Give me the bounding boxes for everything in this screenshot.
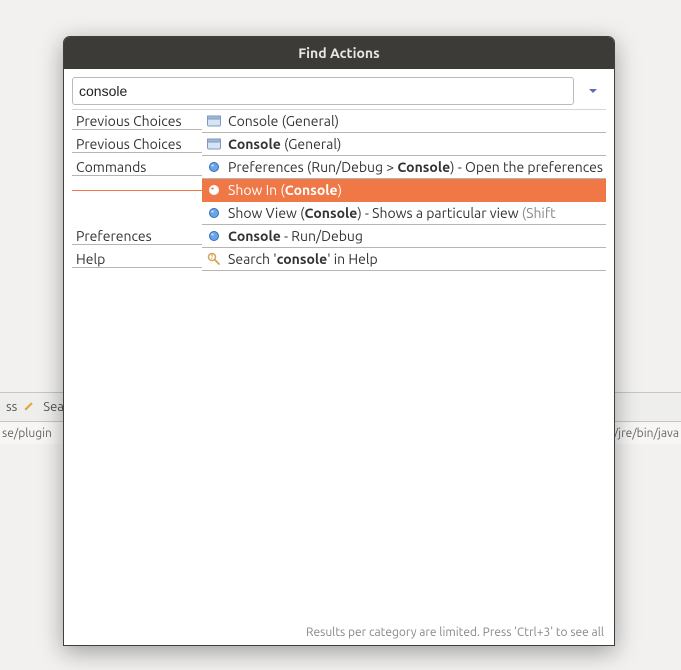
result-row[interactable]: Help? Search 'console' in Help <box>72 248 606 271</box>
result-text: Search 'console' in Help <box>228 251 378 267</box>
result-row[interactable]: Preferences Console - Run/Debug <box>72 225 606 248</box>
bg-tab-fragment-left: ss <box>6 400 17 414</box>
category-label: Previous Choices <box>72 136 202 153</box>
result-text: Console - Run/Debug <box>228 228 363 244</box>
category-label: Preferences <box>72 228 202 245</box>
result-content: Show In (Console) <box>202 179 606 202</box>
result-text: Show In (Console) <box>228 182 342 198</box>
result-content: Show View (Console) - Shows a particular… <box>202 202 606 225</box>
find-actions-dialog: Find Actions Previous Choices Console (Ge… <box>63 36 615 646</box>
dot-icon <box>206 228 222 244</box>
result-text: Preferences (Run/Debug > Console) - Open… <box>228 159 603 175</box>
bg-tab-fragment-right: Sea <box>43 400 64 414</box>
result-text: Console (General) <box>228 113 339 129</box>
results-list: Previous ChoicesConsole (General)Previou… <box>72 109 606 619</box>
chevron-down-icon <box>587 85 599 97</box>
category-label: Commands <box>72 159 202 176</box>
dot-icon <box>206 182 222 198</box>
result-row[interactable]: Show In (Console) <box>72 179 606 202</box>
dialog-footer: Results per category are limited. Press … <box>64 619 614 645</box>
result-text: Console (General) <box>228 136 341 152</box>
result-row[interactable]: Show View (Console) - Shows a particular… <box>72 202 606 225</box>
result-text: Show View (Console) - Shows a particular… <box>228 205 556 221</box>
footer-text: Results per category are limited. Press … <box>306 626 604 639</box>
help-icon: ? <box>206 251 222 267</box>
result-content: Console (General) <box>202 110 606 133</box>
dialog-titlebar: Find Actions <box>64 37 614 69</box>
result-content: Console (General) <box>202 133 606 156</box>
dropdown-button[interactable] <box>580 77 606 105</box>
bg-path-right: 5/jre/bin/java <box>607 427 679 440</box>
search-tab-icon <box>23 400 37 414</box>
result-content: Preferences (Run/Debug > Console) - Open… <box>202 156 606 179</box>
category-label <box>72 213 202 214</box>
result-content: Console - Run/Debug <box>202 225 606 248</box>
search-row <box>64 69 614 109</box>
dot-icon <box>206 205 222 221</box>
dialog-title: Find Actions <box>298 45 379 61</box>
svg-text:?: ? <box>211 254 214 261</box>
result-content: ? Search 'console' in Help <box>202 248 606 271</box>
category-label <box>72 190 202 191</box>
category-label: Help <box>72 251 202 268</box>
dot-icon <box>206 159 222 175</box>
category-label: Previous Choices <box>72 113 202 130</box>
console-icon <box>206 113 222 129</box>
console-icon <box>206 136 222 152</box>
result-row[interactable]: Previous Choices Console (General) <box>72 133 606 156</box>
result-row[interactable]: Commands Preferences (Run/Debug > Console… <box>72 156 606 179</box>
bg-path-left: se/plugin <box>2 427 52 440</box>
result-row[interactable]: Previous Choices Console (General) <box>72 110 606 133</box>
search-input[interactable] <box>72 77 574 105</box>
